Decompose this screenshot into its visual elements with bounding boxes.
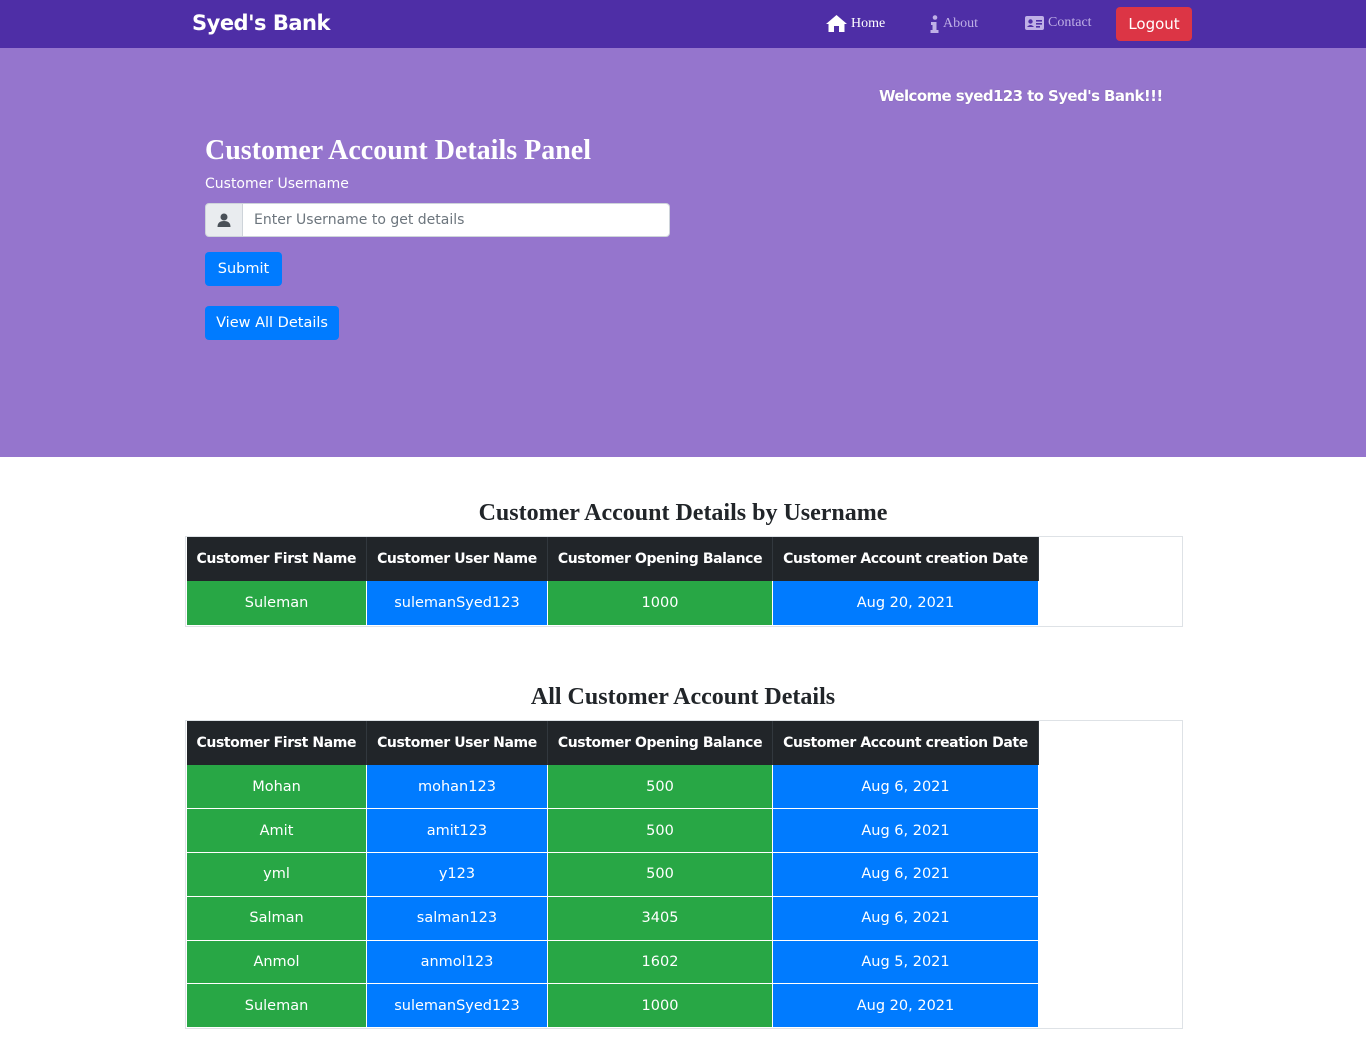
nav-about-label: About (943, 16, 978, 31)
table-header-row: Customer First Name Customer User Name C… (186, 721, 1039, 765)
first-name-cell: Anmol (185, 940, 368, 985)
opening-balance-cell: 1602 (546, 940, 774, 985)
creation-date-cell: Aug 20, 2021 (772, 983, 1039, 1029)
submit-button[interactable]: Submit (205, 252, 282, 286)
column-header: Customer Account creation Date (772, 721, 1039, 765)
creation-date-cell: Aug 6, 2021 (772, 765, 1039, 810)
username-input[interactable] (243, 203, 670, 237)
table-row: Anmol anmol123 1602 Aug 5, 2021 (185, 940, 1039, 985)
brand-logo[interactable]: Syed's Bank (192, 11, 330, 35)
username-input-group (205, 203, 670, 237)
page-title: Customer Account Details Panel (205, 135, 591, 166)
username-cell: mohan123 (366, 765, 548, 810)
view-all-details-button[interactable]: View All Details (205, 306, 339, 340)
opening-balance-cell: 3405 (546, 896, 774, 941)
opening-balance-cell: 1000 (546, 581, 774, 626)
first-name-cell: Suleman (185, 983, 368, 1029)
column-header: Customer Opening Balance (547, 721, 774, 765)
column-header: Customer User Name (366, 537, 548, 581)
column-header: Customer Account creation Date (772, 537, 1039, 581)
first-name-cell: Suleman (185, 581, 368, 626)
user-icon (205, 203, 243, 237)
opening-balance-cell: 500 (546, 765, 774, 810)
nav-contact-link[interactable]: Contact (1025, 15, 1092, 31)
table-row: Mohan mohan123 500 Aug 6, 2021 (185, 765, 1039, 810)
creation-date-cell: Aug 20, 2021 (772, 581, 1039, 626)
opening-balance-cell: 500 (546, 852, 774, 897)
all-accounts-title: All Customer Account Details (530, 684, 836, 710)
username-cell: amit123 (366, 808, 548, 854)
creation-date-cell: Aug 6, 2021 (772, 896, 1039, 941)
username-cell: anmol123 (366, 940, 548, 985)
logout-button[interactable]: Logout (1116, 7, 1192, 41)
nav-about-link[interactable]: About (930, 15, 978, 33)
table-header-row: Customer First Name Customer User Name C… (186, 537, 1039, 581)
table-row: Salman salman123 3405 Aug 6, 2021 (185, 896, 1039, 941)
column-header: Customer First Name (186, 721, 368, 765)
nav-contact-label: Contact (1048, 15, 1092, 30)
table-row: Amit amit123 500 Aug 6, 2021 (185, 808, 1039, 854)
column-header: Customer Opening Balance (547, 537, 774, 581)
nav-home-label: Home (851, 15, 886, 31)
creation-date-cell: Aug 6, 2021 (772, 808, 1039, 854)
table-row: Suleman sulemanSyed123 1000 Aug 20, 2021 (185, 581, 1039, 626)
username-cell: salman123 (366, 896, 548, 941)
first-name-cell: Amit (185, 808, 368, 854)
info-icon (930, 15, 939, 33)
column-header: Customer First Name (186, 537, 368, 581)
by-username-title: Customer Account Details by Username (478, 500, 888, 526)
opening-balance-cell: 500 (546, 808, 774, 854)
account-details-panel: Welcome syed123 to Syed's Bank!!! Custom… (0, 48, 1366, 457)
home-icon (826, 15, 847, 32)
id-card-icon (1025, 16, 1044, 30)
welcome-message: Welcome syed123 to Syed's Bank!!! (879, 87, 1163, 105)
navbar: Syed's Bank Home About Contact Logout (0, 0, 1366, 48)
column-header: Customer User Name (366, 721, 548, 765)
username-label: Customer Username (205, 176, 349, 192)
opening-balance-cell: 1000 (546, 983, 774, 1029)
by-username-table-container: Customer First Name Customer User Name C… (185, 536, 1183, 627)
table-row: yml y123 500 Aug 6, 2021 (185, 852, 1039, 897)
username-cell: sulemanSyed123 (366, 581, 548, 626)
first-name-cell: yml (185, 852, 368, 897)
first-name-cell: Salman (185, 896, 368, 941)
creation-date-cell: Aug 5, 2021 (772, 940, 1039, 985)
table-row: Suleman sulemanSyed123 1000 Aug 20, 2021 (185, 983, 1039, 1029)
all-accounts-table-container: Customer First Name Customer User Name C… (185, 720, 1183, 1029)
username-cell: y123 (366, 852, 548, 897)
username-cell: sulemanSyed123 (366, 983, 548, 1029)
all-accounts-table: Customer First Name Customer User Name C… (185, 721, 1039, 1029)
first-name-cell: Mohan (185, 765, 368, 810)
by-username-table: Customer First Name Customer User Name C… (185, 537, 1039, 626)
creation-date-cell: Aug 6, 2021 (772, 852, 1039, 897)
nav-home-link[interactable]: Home (826, 15, 885, 32)
